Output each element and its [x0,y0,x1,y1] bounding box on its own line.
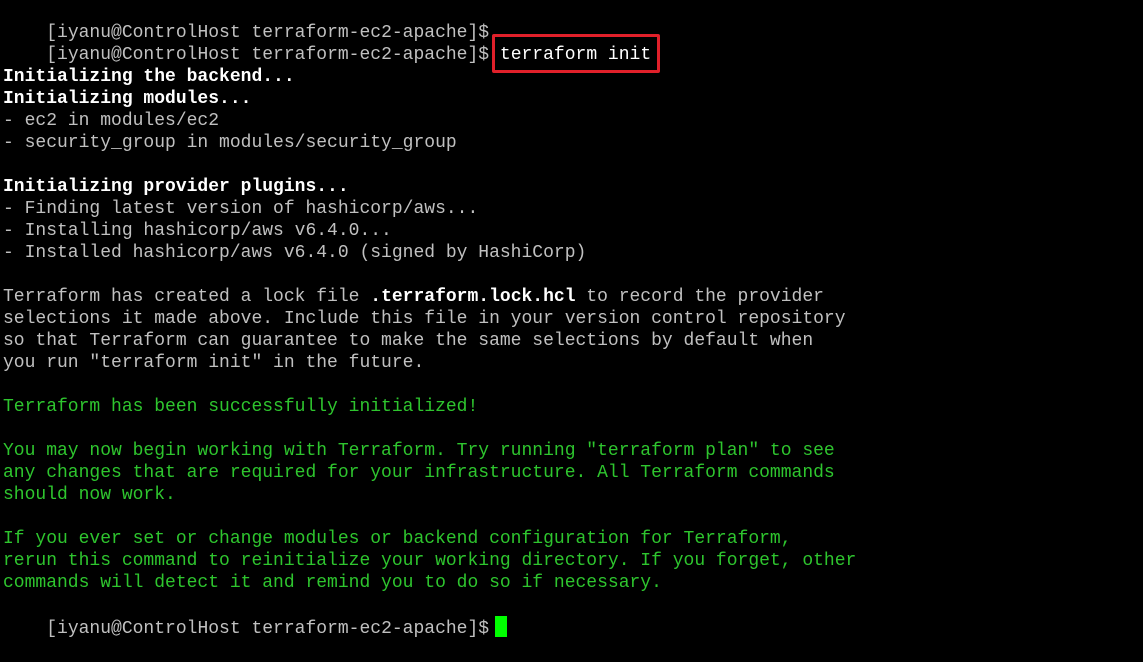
prompt: [iyanu@ControlHost terraform-ec2-apache]… [46,619,490,639]
next-steps-line: any changes that are required for your i… [3,463,835,483]
lock-file-text: Terraform has created a lock file [3,287,371,307]
provider-item: - Installed hashicorp/aws v6.4.0 (signed… [3,243,587,263]
prompt-line-1: [iyanu@ControlHost terraform-ec2-apache]… [3,0,1141,43]
prompt-line-final[interactable]: [iyanu@ControlHost terraform-ec2-apache]… [3,594,1141,639]
backend-line: Initializing the backend... [3,67,295,87]
lock-file-line-2: selections it made above. Include this f… [3,309,846,329]
prompt: [iyanu@ControlHost terraform-ec2-apache]… [46,45,490,65]
lock-file-text: to record the provider [575,287,824,307]
success-message: Terraform has been successfully initiali… [3,397,479,417]
providers-header: Initializing provider plugins... [3,177,349,197]
lock-file-line-4: you run "terraform init" in the future. [3,353,425,373]
prompt: [iyanu@ControlHost terraform-ec2-apache]… [46,23,490,43]
module-item: - security_group in modules/security_gro… [3,133,457,153]
provider-item: - Installing hashicorp/aws v6.4.0... [3,221,392,241]
lock-file-name: .terraform.lock.hcl [370,287,576,307]
reinit-line: rerun this command to reinitialize your … [3,551,857,571]
reinit-line: If you ever set or change modules or bac… [3,529,792,549]
module-item: - ec2 in modules/ec2 [3,111,220,131]
modules-header: Initializing modules... [3,89,252,109]
terminal-window[interactable]: [iyanu@ControlHost terraform-ec2-apache]… [3,0,1141,639]
command-text: terraform init [491,34,661,73]
provider-item: - Finding latest version of hashicorp/aw… [3,199,479,219]
reinit-line: commands will detect it and remind you t… [3,573,662,593]
next-steps-line: You may now begin working with Terraform… [3,441,835,461]
lock-file-line-1: Terraform has created a lock file .terra… [3,286,1141,308]
next-steps-line: should now work. [3,485,176,505]
cursor-block[interactable] [495,616,508,637]
lock-file-line-3: so that Terraform can guarantee to make … [3,331,814,351]
